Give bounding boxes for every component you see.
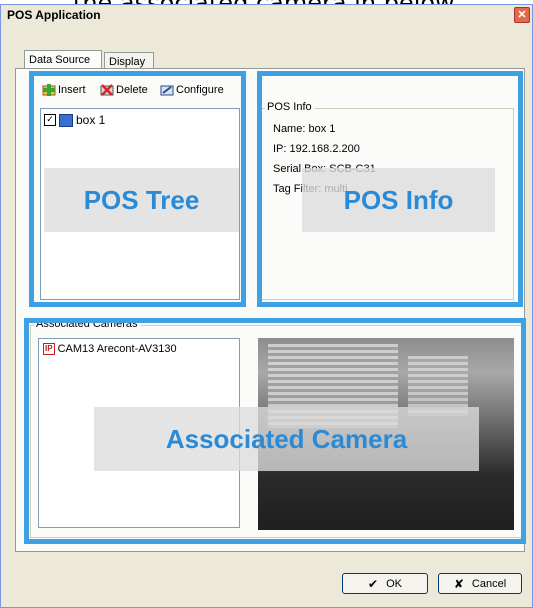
- cancel-button[interactable]: ✘ Cancel: [438, 573, 522, 594]
- dialog-title: POS Application: [1, 5, 532, 25]
- highlight-pos-info: [257, 71, 523, 307]
- ok-button[interactable]: ✔ OK: [342, 573, 428, 594]
- cancel-x-icon: ✘: [453, 576, 464, 591]
- highlight-pos-tree: [29, 71, 246, 307]
- cancel-label: Cancel: [471, 577, 507, 590]
- highlight-associated-cameras: [24, 318, 526, 544]
- tab-data-source[interactable]: Data Source: [24, 50, 102, 70]
- close-button[interactable]: ✕: [514, 7, 530, 23]
- ok-label: OK: [386, 577, 402, 590]
- checkmark-icon: ✔: [368, 576, 379, 591]
